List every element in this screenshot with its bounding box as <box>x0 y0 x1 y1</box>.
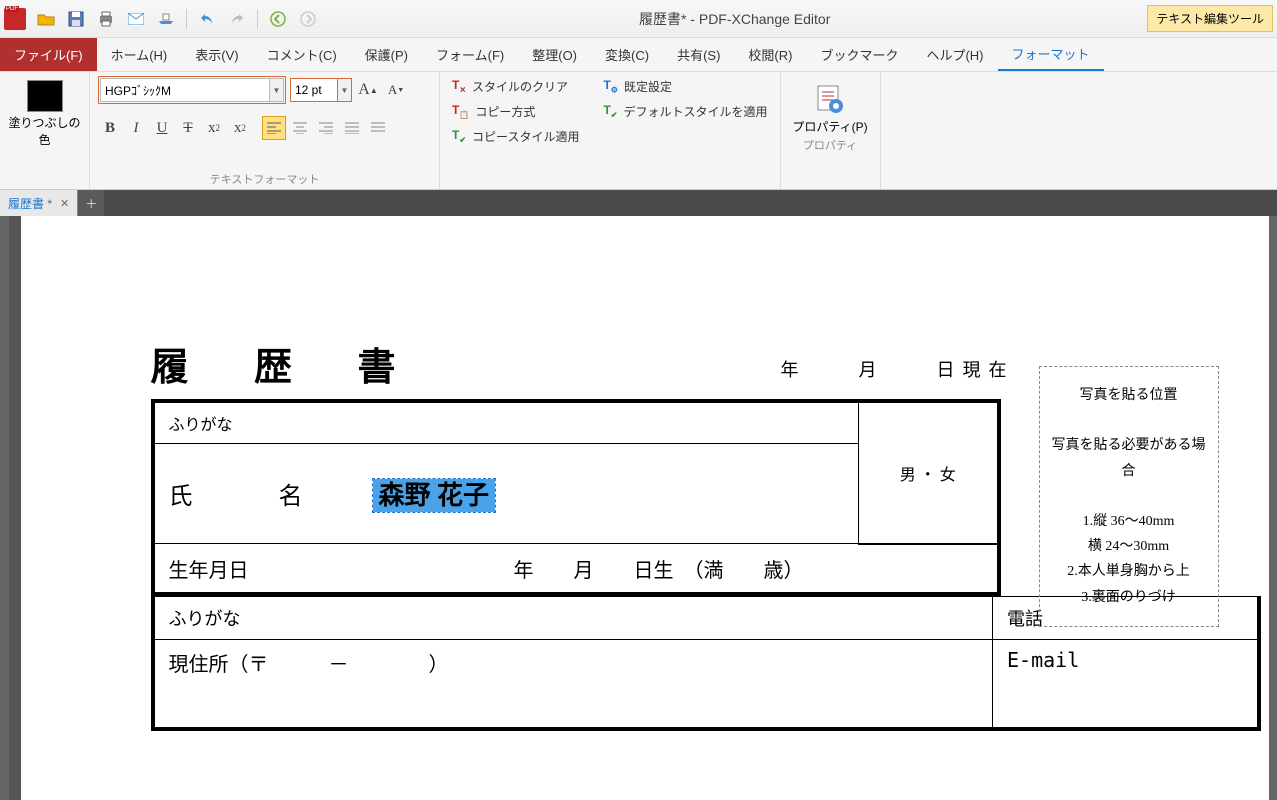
align-right-button[interactable] <box>314 116 338 140</box>
font-size-input[interactable] <box>290 78 338 102</box>
properties-button[interactable]: プロパティ(P) <box>789 118 872 135</box>
address-furigana-label[interactable]: ふりがな <box>153 596 993 639</box>
furigana-label[interactable]: ふりがな <box>153 401 859 444</box>
name-value-selected[interactable]: 森野 花子 <box>373 479 496 512</box>
fill-color-label: 塗りつぶしの色 <box>8 114 81 148</box>
shrink-font-button[interactable]: A▼ <box>384 78 408 102</box>
properties-icon[interactable] <box>810 82 850 118</box>
resume-header-table: ふりがな 男 ・ 女 氏 名 森野 花子 生年月日 年 月 日生 （満 歳） <box>151 399 1001 596</box>
document-tab-strip: 履歴書 * ✕ ＋ <box>0 190 1277 216</box>
default-setting-button[interactable]: T⚙ 既定設定 <box>599 76 771 97</box>
email-button[interactable] <box>122 5 150 33</box>
tab-label: 履歴書 * <box>8 195 52 212</box>
italic-button[interactable]: I <box>124 116 148 140</box>
menu-share[interactable]: 共有(S) <box>663 38 734 71</box>
text-format-group: ▼ ▼ A▲ A▼ B I U T x2 x2 <box>90 72 440 189</box>
align-left-button[interactable] <box>262 116 286 140</box>
align-justify-button[interactable] <box>340 116 364 140</box>
strikethrough-button[interactable]: T <box>176 116 200 140</box>
menu-protect[interactable]: 保護(P) <box>351 38 422 71</box>
gender-cell[interactable]: 男 ・ 女 <box>859 401 999 544</box>
default-setting-icon: T⚙ <box>603 78 618 94</box>
align-vertical-button[interactable] <box>366 116 390 140</box>
properties-group: プロパティ(P) プロパティ <box>781 72 881 189</box>
menu-home[interactable]: ホーム(H) <box>97 38 182 71</box>
separator <box>186 9 187 29</box>
apply-copy-style-icon: T✔ <box>452 128 466 144</box>
app-icon <box>4 8 26 30</box>
menu-format[interactable]: フォーマット <box>998 38 1104 71</box>
name-label: 氏 名 <box>169 484 343 510</box>
document-tab[interactable]: 履歴書 * ✕ <box>0 190 78 216</box>
style-actions-group-1: T✕ スタイルのクリア T📋 コピー方式 T✔ コピースタイル適用 <box>440 72 591 189</box>
address-cell[interactable]: 現住所（〒 － ） <box>153 639 993 729</box>
menu-organize[interactable]: 整理(O) <box>518 38 591 71</box>
title-bar: 履歴書* - PDF-XChange Editor テキスト編集ツール <box>0 0 1277 38</box>
clear-style-icon: T✕ <box>452 78 466 94</box>
clear-style-button[interactable]: T✕ スタイルのクリア <box>448 76 583 97</box>
print-button[interactable] <box>92 5 120 33</box>
birthdate-cell[interactable]: 生年月日 年 月 日生 （満 歳） <box>153 544 999 594</box>
save-button[interactable] <box>62 5 90 33</box>
date-line: 年 月 日現在 <box>781 356 1015 382</box>
chevron-down-icon[interactable]: ▼ <box>270 78 284 102</box>
page: 履 歴 書 年 月 日現在 写真を貼る位置 写真を貼る必要がある場合 1.縦 3… <box>9 216 1269 800</box>
menu-form[interactable]: フォーム(F) <box>422 38 518 71</box>
document-title: 履 歴 書 <box>151 336 1189 391</box>
copy-method-button[interactable]: T📋 コピー方式 <box>448 101 583 122</box>
chevron-down-icon[interactable]: ▼ <box>338 78 352 102</box>
copy-method-icon: T📋 <box>452 103 469 119</box>
menu-help[interactable]: ヘルプ(H) <box>912 38 997 71</box>
redo-button[interactable] <box>223 5 251 33</box>
scan-button[interactable] <box>152 5 180 33</box>
properties-group-label: プロパティ <box>789 135 872 153</box>
ribbon: 塗りつぶしの色 ▼ ▼ A▲ A▼ B I U T x2 <box>0 72 1277 190</box>
font-name-input[interactable] <box>100 78 270 102</box>
apply-default-icon: T✔ <box>603 103 617 119</box>
add-tab-button[interactable]: ＋ <box>78 190 104 216</box>
quick-access-toolbar <box>32 5 322 33</box>
menu-bookmark[interactable]: ブックマーク <box>806 38 912 71</box>
font-name-combo[interactable]: ▼ <box>98 76 286 104</box>
bold-button[interactable]: B <box>98 116 122 140</box>
photo-placeholder: 写真を貼る位置 写真を貼る必要がある場合 1.縦 36～40mm 横 24～30… <box>1039 366 1219 627</box>
name-cell[interactable]: 氏 名 森野 花子 <box>153 444 859 544</box>
menu-file[interactable]: ファイル(F) <box>0 38 97 71</box>
window-title: 履歴書* - PDF-XChange Editor <box>322 9 1147 29</box>
align-center-button[interactable] <box>288 116 312 140</box>
grow-font-button[interactable]: A▲ <box>356 78 380 102</box>
subscript-button[interactable]: x2 <box>202 116 226 140</box>
document-viewport[interactable]: 履 歴 書 年 月 日現在 写真を貼る位置 写真を貼る必要がある場合 1.縦 3… <box>0 216 1277 800</box>
text-format-label: テキストフォーマット <box>98 169 431 187</box>
menu-view[interactable]: 表示(V) <box>181 38 252 71</box>
font-size-combo[interactable]: ▼ <box>290 78 352 102</box>
fill-color-swatch[interactable] <box>27 80 63 112</box>
menu-bar: ファイル(F) ホーム(H) 表示(V) コメント(C) 保護(P) フォーム(… <box>0 38 1277 72</box>
fill-color-group: 塗りつぶしの色 <box>0 72 90 189</box>
superscript-button[interactable]: x2 <box>228 116 252 140</box>
forward-button[interactable] <box>294 5 322 33</box>
email-cell[interactable]: E-mail <box>993 639 1259 729</box>
underline-button[interactable]: U <box>150 116 174 140</box>
undo-button[interactable] <box>193 5 221 33</box>
menu-convert[interactable]: 変換(C) <box>591 38 663 71</box>
tool-hint: テキスト編集ツール <box>1147 5 1273 32</box>
close-icon[interactable]: ✕ <box>60 197 69 210</box>
back-button[interactable] <box>264 5 292 33</box>
apply-copy-style-button[interactable]: T✔ コピースタイル適用 <box>448 126 583 147</box>
menu-comment[interactable]: コメント(C) <box>253 38 351 71</box>
open-button[interactable] <box>32 5 60 33</box>
menu-review[interactable]: 校閲(R) <box>734 38 806 71</box>
style-actions-group-2: T⚙ 既定設定 T✔ デフォルトスタイルを適用 <box>591 72 780 189</box>
apply-default-style-button[interactable]: T✔ デフォルトスタイルを適用 <box>599 101 771 122</box>
separator <box>257 9 258 29</box>
